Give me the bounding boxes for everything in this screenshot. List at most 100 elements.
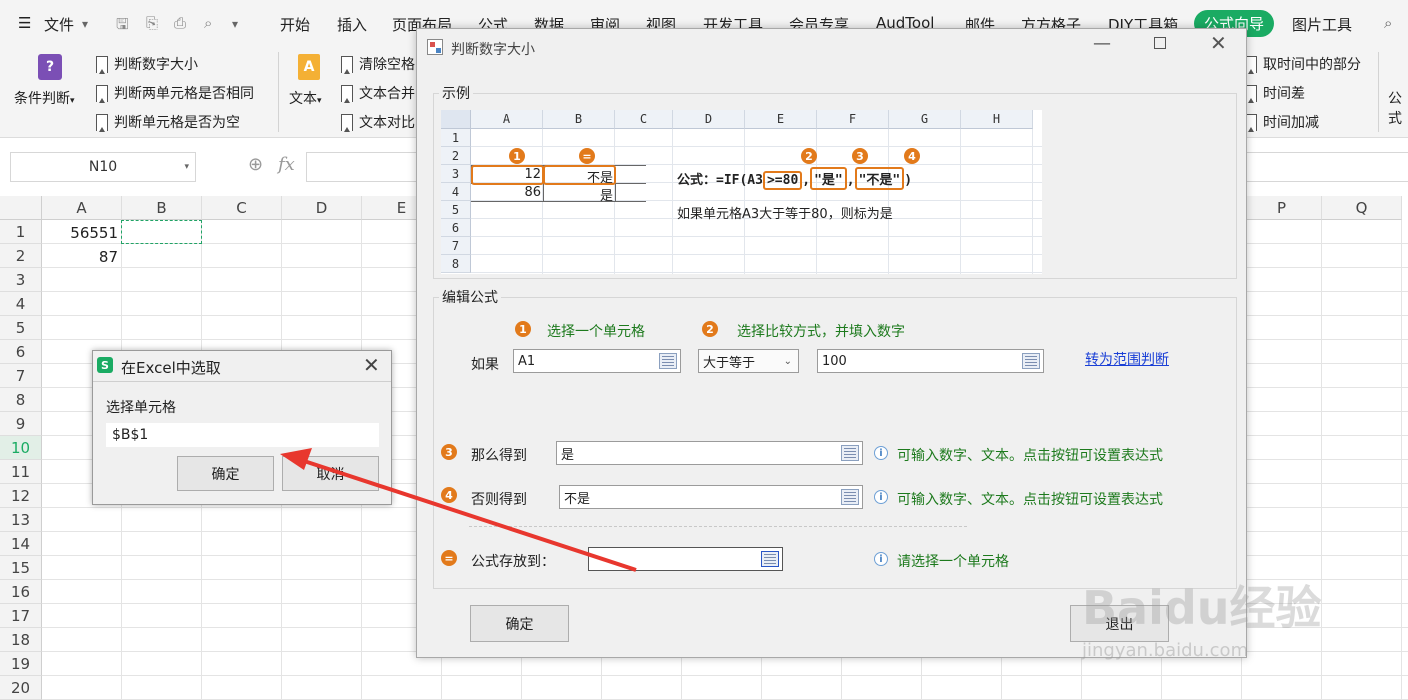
column-header[interactable]: A — [42, 196, 122, 220]
close-icon[interactable]: ✕ — [1210, 31, 1227, 55]
expression-picker-icon[interactable] — [841, 445, 859, 461]
judge-cell-empty-button[interactable]: 判断单元格是否为空 — [96, 112, 240, 132]
text-compare-button[interactable]: 文本对比 — [341, 112, 415, 132]
badge-1: 1 — [509, 148, 525, 164]
row-header[interactable]: 7 — [0, 364, 42, 388]
print-icon[interactable]: ⎙ — [174, 14, 186, 32]
divider — [469, 526, 967, 527]
conditional-judge-icon[interactable]: ? — [38, 54, 62, 80]
selected-cell-input[interactable]: $B$1 — [106, 423, 379, 447]
expression-picker-icon[interactable] — [841, 489, 859, 505]
file-menu[interactable]: 文件 — [44, 14, 74, 35]
watermark-url: jingyan.baidu.com — [1082, 640, 1249, 661]
row-header[interactable]: 9 — [0, 412, 42, 436]
row-header[interactable]: 17 — [0, 604, 42, 628]
zoom-formula-icon[interactable]: ⊕ — [248, 154, 263, 175]
example-column-header: G — [889, 110, 961, 129]
info-icon: i — [874, 446, 888, 460]
row-header[interactable]: 11 — [0, 460, 42, 484]
select-all-corner[interactable] — [0, 196, 42, 220]
ribbon-divider — [278, 52, 279, 132]
text-tools-icon[interactable]: A — [298, 54, 320, 80]
row-header[interactable]: 10 — [0, 436, 42, 460]
example-column-header: D — [673, 110, 745, 129]
step-2-label: 选择比较方式，并填入数字 — [737, 324, 905, 340]
row-header[interactable]: 6 — [0, 340, 42, 364]
example-gridline — [1032, 129, 1033, 274]
pick-ok-button[interactable]: 确定 — [177, 456, 274, 491]
title-divider — [93, 381, 391, 382]
formula-button[interactable]: 公式 — [1388, 88, 1408, 128]
time-part-button[interactable]: 取时间中的部分 — [1245, 54, 1361, 74]
example-row-header: 8 — [441, 255, 471, 273]
cell-a2[interactable]: 87 — [42, 245, 122, 269]
preview-icon[interactable]: ⌕ — [204, 14, 212, 32]
cell-a1[interactable]: 56551 — [42, 221, 122, 245]
row-header[interactable]: 1 — [0, 220, 42, 244]
search-icon[interactable]: ⌕ — [1384, 14, 1392, 32]
fx-icon[interactable]: fx — [278, 154, 295, 175]
column-header[interactable]: P — [1242, 196, 1322, 220]
chevron-down-icon[interactable]: ▾ — [184, 162, 189, 172]
then-value-input[interactable]: 是 — [556, 441, 863, 465]
cell-b1-selection[interactable] — [121, 220, 202, 244]
dialog-title: 判断数字大小 — [451, 42, 535, 58]
row-header[interactable]: 15 — [0, 556, 42, 580]
row-header[interactable]: 8 — [0, 388, 42, 412]
column-header[interactable]: Q — [1322, 196, 1402, 220]
time-diff-button[interactable]: 时间差 — [1245, 83, 1305, 103]
close-icon[interactable]: ✕ — [363, 353, 380, 377]
tab-insert[interactable]: 插入 — [337, 14, 367, 35]
conditional-judge-button[interactable]: 条件判断▾ — [14, 88, 75, 108]
row-header[interactable]: 2 — [0, 244, 42, 268]
chevron-down-icon[interactable]: ▾ — [82, 17, 88, 31]
judge-cells-same-button[interactable]: 判断两单元格是否相同 — [96, 83, 254, 103]
row-header[interactable]: 3 — [0, 268, 42, 292]
range-judge-link[interactable]: 转为范围判断 — [1085, 349, 1169, 369]
range-picker-icon[interactable] — [1022, 353, 1040, 369]
tab-start[interactable]: 开始 — [280, 14, 310, 35]
row-header[interactable]: 19 — [0, 652, 42, 676]
column-header[interactable]: C — [202, 196, 282, 220]
row-header[interactable]: 4 — [0, 292, 42, 316]
clear-spaces-button[interactable]: 清除空格 — [341, 54, 415, 74]
row-header[interactable]: 16 — [0, 580, 42, 604]
range-picker-icon[interactable] — [761, 551, 779, 567]
column-header[interactable]: B — [122, 196, 202, 220]
tab-picture-tools[interactable]: 图片工具 — [1292, 14, 1352, 35]
bookmark-icon — [341, 113, 353, 132]
store-cell-input[interactable] — [588, 547, 783, 571]
text-merge-button[interactable]: 文本合并 — [341, 83, 415, 103]
row-header[interactable]: 5 — [0, 316, 42, 340]
judge-number-size-button[interactable]: 判断数字大小 — [96, 54, 198, 74]
row-header[interactable]: 18 — [0, 628, 42, 652]
example-column-header: A — [471, 110, 543, 129]
column-header[interactable]: D — [282, 196, 362, 220]
row-header[interactable]: 13 — [0, 508, 42, 532]
operator-select[interactable]: 大于等于 ⌄ — [698, 349, 799, 373]
number-input[interactable]: 100 — [817, 349, 1044, 373]
example-row-header: 1 — [441, 129, 471, 147]
export-icon[interactable]: ⎘ — [146, 14, 158, 32]
store-hint: 请选择一个单元格 — [897, 554, 1009, 570]
if-cell-input[interactable]: A1 — [513, 349, 681, 373]
name-box[interactable]: N10 ▾ — [10, 152, 196, 182]
example-corner — [441, 110, 471, 129]
hamburger-menu-icon[interactable]: ☰ — [18, 14, 31, 32]
example-column-header: E — [745, 110, 817, 129]
ok-button[interactable]: 确定 — [470, 605, 569, 642]
chevron-down-icon[interactable]: ⌄ — [784, 356, 792, 367]
text-tools-button[interactable]: 文本▾ — [289, 88, 322, 108]
maximize-icon[interactable] — [1154, 37, 1166, 49]
else-value-input[interactable]: 不是 — [559, 485, 863, 509]
minimize-icon[interactable]: — — [1093, 33, 1111, 54]
chevron-down-icon[interactable]: ▾ — [232, 17, 238, 31]
info-icon: i — [874, 490, 888, 504]
row-header[interactable]: 12 — [0, 484, 42, 508]
save-icon[interactable]: 🖫 — [116, 14, 129, 39]
time-add-button[interactable]: 时间加减 — [1245, 112, 1319, 132]
row-header[interactable]: 14 — [0, 532, 42, 556]
row-header[interactable]: 20 — [0, 676, 42, 700]
pick-cancel-button[interactable]: 取消 — [282, 456, 379, 491]
range-picker-icon[interactable] — [659, 353, 677, 369]
